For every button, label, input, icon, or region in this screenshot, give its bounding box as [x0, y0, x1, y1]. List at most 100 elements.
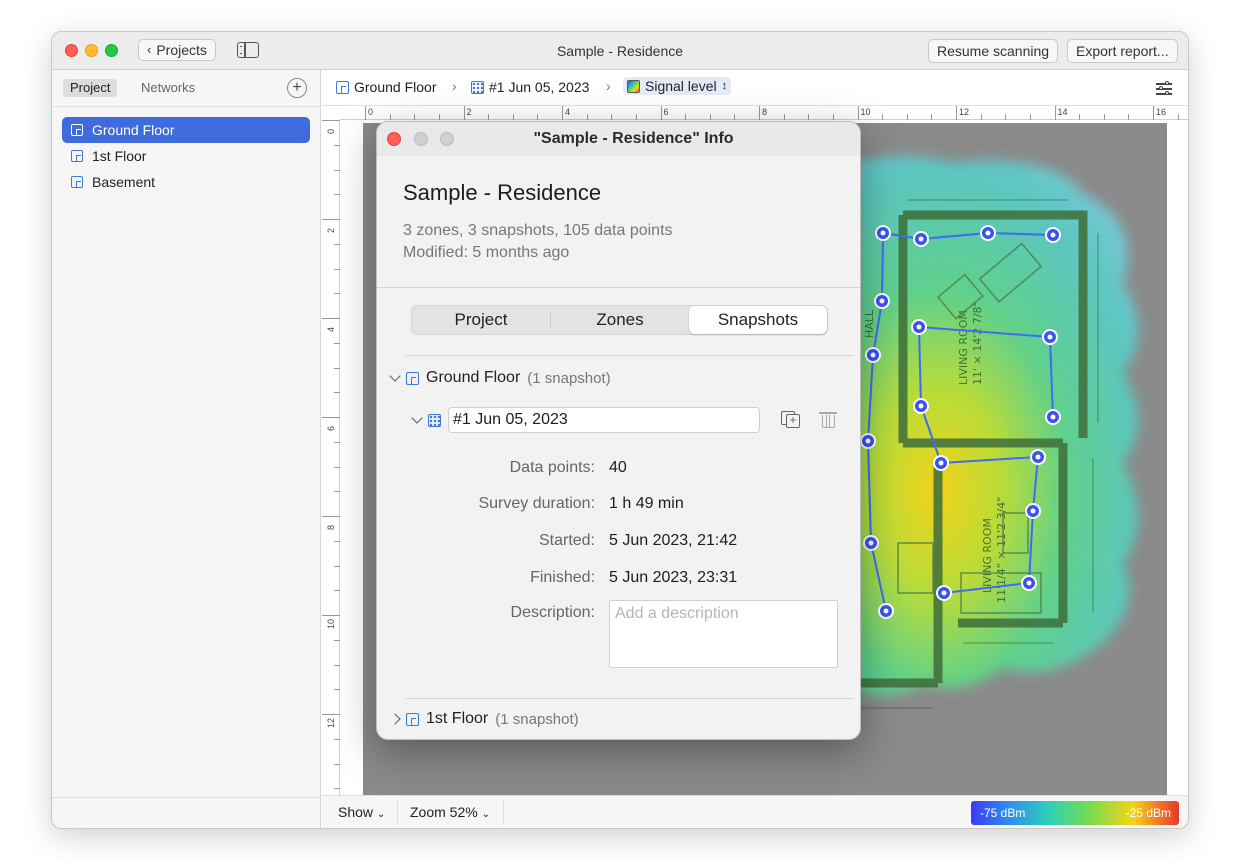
ruler-label: 14: [1057, 107, 1068, 117]
ruler-tick: [322, 120, 340, 121]
room-label-living-room: LIVING ROOM: [957, 310, 970, 385]
disclosure-closed-icon[interactable]: [389, 713, 401, 725]
ruler-tick: [1103, 114, 1105, 120]
survey-data-point-center: [916, 324, 922, 330]
zoom-window-button[interactable]: [105, 44, 118, 57]
section-divider: [406, 355, 854, 356]
sidebar-item-label: 1st Floor: [92, 148, 147, 164]
chevron-down-icon: ⌄: [376, 809, 386, 820]
ruler-tick: [334, 441, 340, 443]
ruler-tick: [463, 106, 465, 120]
panel-title: "Sample - Residence" Info: [533, 130, 734, 147]
legend-high-value: -25 dBm: [1125, 806, 1171, 820]
ruler-label: 6: [326, 425, 336, 431]
ruler-tick: [334, 392, 340, 394]
sidebar-divider: [52, 106, 320, 107]
description-field[interactable]: [609, 600, 838, 668]
visualization-selector[interactable]: Signal level ↕: [623, 77, 732, 95]
ruler-tick: [635, 114, 637, 120]
ruler-label: 4: [326, 326, 336, 332]
ruler-tick: [734, 114, 736, 120]
ruler-tick: [334, 788, 340, 790]
survey-data-point-center: [883, 608, 889, 614]
zoom-menu-label: Zoom 52%: [410, 804, 478, 820]
ruler-tick: [512, 114, 514, 120]
trash-icon[interactable]: [819, 410, 837, 428]
tab-zones[interactable]: Zones: [551, 306, 689, 334]
resume-scanning-button[interactable]: Resume scanning: [928, 39, 1059, 63]
vertical-ruler: 0 2 4 6 8 10 12: [322, 120, 340, 797]
ruler-label: 8: [326, 524, 336, 530]
sidebar-item-label: Basement: [92, 174, 156, 190]
export-report-button[interactable]: Export report...: [1067, 39, 1178, 63]
show-menu-button[interactable]: Show ⌄: [338, 804, 385, 820]
sidebar-item-ground-floor[interactable]: Ground Floor: [62, 117, 310, 143]
project-name: Sample - Residence: [403, 180, 602, 205]
sidebar-item-basement[interactable]: Basement: [62, 169, 310, 195]
group-1st-floor[interactable]: 1st Floor (1 snapshot): [389, 710, 579, 728]
ruler-tick: [1128, 114, 1130, 120]
survey-data-point-center: [1050, 232, 1056, 238]
ruler-tick: [334, 689, 340, 691]
snapshot-name-field[interactable]: [448, 407, 760, 433]
project-info-panel: "Sample - Residence" Info Sample - Resid…: [376, 121, 861, 740]
survey-data-point-center: [879, 298, 885, 304]
close-window-button[interactable]: [65, 44, 78, 57]
ruler-tick: [882, 114, 884, 120]
floor-plan-icon: [336, 80, 349, 94]
ruler-tick: [808, 114, 810, 120]
ruler-tick: [334, 144, 340, 146]
disclosure-open-icon[interactable]: [389, 370, 401, 382]
sliders-icon[interactable]: [1156, 81, 1172, 95]
ruler-tick: [759, 106, 760, 120]
ruler-tick: [537, 114, 539, 120]
panel-title-bar: "Sample - Residence" Info: [377, 122, 860, 156]
survey-data-point-center: [918, 403, 924, 409]
project-modified: Modified: 5 months ago: [403, 244, 570, 261]
breadcrumb-floor[interactable]: Ground Floor: [336, 79, 436, 95]
minimize-window-button[interactable]: [85, 44, 98, 57]
disclosure-open-icon[interactable]: [411, 412, 423, 424]
finished-value: 5 Jun 2023, 23:31: [609, 569, 738, 586]
ruler-label: 16: [1156, 107, 1167, 117]
duplicate-snapshot-icon[interactable]: [781, 411, 800, 429]
ruler-tick: [334, 268, 340, 270]
group-name: 1st Floor: [426, 710, 489, 727]
ruler-tick: [488, 114, 490, 120]
ruler-tick: [1054, 106, 1056, 120]
visualization-label: Signal level: [645, 78, 717, 94]
sidebar-toggle-icon[interactable]: [237, 42, 259, 58]
survey-path-segment: [881, 232, 884, 302]
survey-data-point-center: [938, 460, 944, 466]
chevron-right-icon: ›: [452, 78, 457, 94]
survey-duration-value: 1 h 49 min: [609, 495, 684, 512]
sidebar-tab-networks[interactable]: Networks: [134, 79, 202, 97]
ruler-tick: [857, 106, 859, 120]
sidebar-tab-project[interactable]: Project: [63, 79, 118, 97]
ruler-label: 2: [326, 227, 336, 233]
ruler-tick: [414, 114, 416, 120]
survey-data-point-center: [880, 230, 886, 236]
breadcrumb-snapshot[interactable]: #1 Jun 05, 2023: [471, 79, 589, 95]
ruler-tick: [1177, 114, 1179, 120]
back-to-projects-button[interactable]: ‹ Projects: [138, 39, 216, 61]
ruler-label: 0: [326, 128, 336, 134]
ruler-tick: [334, 293, 340, 295]
ruler-tick: [322, 219, 340, 220]
group-ground-floor[interactable]: Ground Floor (1 snapshot): [389, 369, 611, 387]
zoom-menu-button[interactable]: Zoom 52% ⌄: [410, 804, 490, 820]
ruler-tick: [334, 491, 340, 493]
ruler-label: 10: [860, 107, 871, 117]
ruler-tick: [1029, 114, 1031, 120]
sidebar-item-label: Ground Floor: [92, 122, 175, 138]
tab-snapshots[interactable]: Snapshots: [689, 306, 827, 334]
ruler-tick: [334, 466, 340, 468]
group-count: (1 snapshot): [495, 710, 579, 728]
ruler-tick: [334, 342, 340, 344]
started-label: Started:: [538, 532, 595, 549]
survey-data-point-center: [1026, 580, 1032, 586]
add-floor-button[interactable]: +: [287, 78, 307, 98]
tab-project[interactable]: Project: [412, 306, 550, 334]
sidebar-item-1st-floor[interactable]: 1st Floor: [62, 143, 310, 169]
ruler-tick: [334, 367, 340, 369]
